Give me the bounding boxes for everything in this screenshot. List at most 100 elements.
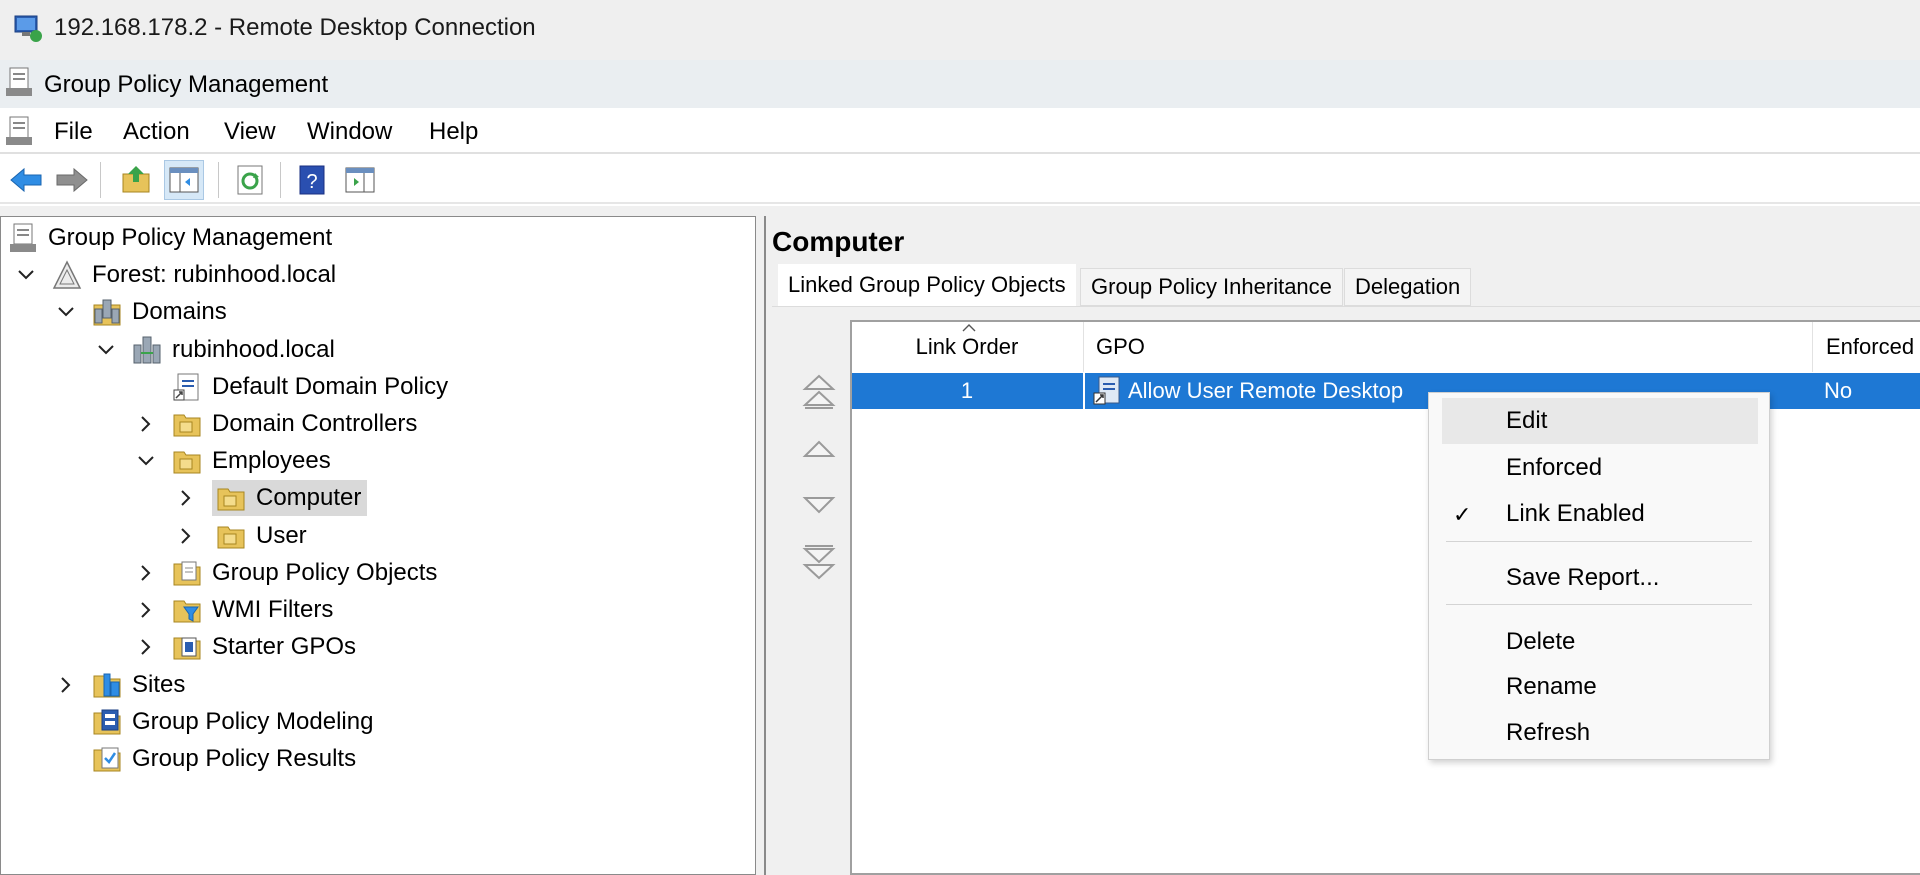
move-bottom-icon — [802, 545, 836, 580]
tree-item-domain-controllers[interactable]: Domain Controllers — [134, 406, 417, 442]
refresh-button[interactable] — [230, 160, 270, 200]
context-menu-link-enabled[interactable]: Link Enabled — [1442, 491, 1758, 537]
toolbar-separator — [280, 162, 281, 198]
sites-icon — [92, 670, 122, 700]
menu-help[interactable]: Help — [429, 118, 478, 146]
help-icon: ? — [299, 165, 325, 195]
tab-linked-group-policy-objects[interactable]: Linked Group Policy Objects — [778, 264, 1076, 306]
tree-label: Group Policy Results — [132, 745, 357, 772]
tree-item-user[interactable]: User — [174, 518, 307, 554]
tree-item-computer[interactable]: Computer — [174, 480, 368, 516]
chevron-right-icon[interactable] — [134, 561, 158, 585]
move-up-icon — [802, 440, 836, 457]
column-divider — [1083, 373, 1085, 409]
tree-item-group-policy-modeling[interactable]: Group Policy Modeling — [54, 704, 373, 740]
chevron-right-icon[interactable] — [134, 598, 158, 622]
tree-item-group-policy-management[interactable]: Group Policy Management — [8, 220, 332, 256]
chevron-down-icon[interactable] — [54, 300, 78, 324]
show-hide-action-pane-icon — [345, 167, 375, 193]
tree-label: rubinhood.local — [172, 336, 335, 363]
context-menu-save-report[interactable]: Save Report... — [1442, 555, 1758, 601]
column-header-enforced[interactable]: Enforced — [1826, 322, 1920, 372]
tab-delegation[interactable]: Delegation — [1344, 268, 1472, 306]
chevron-right-icon[interactable] — [134, 635, 158, 659]
tree-label: Forest: rubinhood.local — [92, 261, 337, 288]
context-menu-rename[interactable]: Rename — [1442, 664, 1758, 710]
group-policy-management-icon — [8, 223, 38, 253]
detail-title: Computer — [772, 226, 905, 257]
tree-label: Computer — [256, 484, 362, 511]
svg-text:?: ? — [306, 171, 317, 193]
tree-label: WMI Filters — [212, 596, 334, 623]
tree-item-domain-rubinhood-local[interactable]: rubinhood.local — [94, 332, 335, 368]
show-hide-console-tree-button[interactable] — [164, 160, 204, 200]
tree-label: Group Policy Objects — [212, 559, 438, 586]
move-down-button[interactable] — [800, 486, 838, 524]
column-header-gpo[interactable]: GPO — [1096, 322, 1796, 372]
cell-gpo-name: Allow User Remote Desktop — [1128, 378, 1404, 403]
domain-icon — [132, 335, 162, 365]
ou-folder-icon — [172, 446, 202, 476]
tree-item-group-policy-results[interactable]: Group Policy Results — [54, 741, 356, 777]
up-one-level-button[interactable] — [116, 160, 156, 200]
ou-folder-icon — [216, 483, 246, 513]
selected-label-highlight: Computer — [212, 480, 368, 516]
tree-item-starter-gpos[interactable]: Starter GPOs — [134, 629, 356, 665]
move-to-bottom-button[interactable] — [800, 544, 838, 582]
tab-group-policy-inheritance[interactable]: Group Policy Inheritance — [1080, 268, 1343, 306]
app-title-bar: Group Policy Management — [0, 60, 1920, 108]
chevron-right-icon[interactable] — [174, 486, 198, 510]
help-button[interactable]: ? — [292, 160, 332, 200]
menu-file[interactable]: File — [54, 118, 93, 146]
menu-view[interactable]: View — [224, 118, 276, 146]
toolbar-separator — [100, 162, 101, 198]
tree-label: User — [256, 522, 307, 549]
chevron-right-icon[interactable] — [54, 673, 78, 697]
tree-item-sites[interactable]: Sites — [54, 667, 185, 703]
chevron-down-icon[interactable] — [14, 263, 38, 287]
chevron-down-icon[interactable] — [134, 449, 158, 473]
forward-button[interactable] — [52, 160, 92, 200]
tree-item-forest[interactable]: Forest: rubinhood.local — [14, 257, 336, 293]
tree-label: Group Policy Modeling — [132, 708, 374, 735]
system-menu-icon[interactable] — [4, 115, 34, 147]
menu-action[interactable]: Action — [123, 118, 190, 146]
back-button[interactable] — [6, 160, 46, 200]
toolbar: ? — [0, 154, 1920, 204]
gpo-container-icon — [172, 558, 202, 588]
tree-item-default-domain-policy[interactable]: Default Domain Policy — [134, 369, 448, 405]
column-divider — [1083, 322, 1084, 372]
tree-item-group-policy-objects[interactable]: Group Policy Objects — [134, 555, 437, 591]
domains-icon — [92, 297, 122, 327]
group-policy-management-icon — [6, 67, 32, 96]
remote-desktop-icon — [14, 15, 42, 42]
cell-link-order: 1 — [960, 378, 974, 403]
checkmark-icon: ✓ — [1453, 502, 1472, 527]
move-to-top-button[interactable] — [800, 372, 838, 410]
rdp-title-bar: 192.168.178.2 - Remote Desktop Connectio… — [0, 0, 1920, 60]
context-menu-enforced[interactable]: Enforced — [1442, 445, 1758, 491]
up-folder-icon — [122, 166, 150, 193]
context-menu-edit[interactable]: Edit — [1442, 398, 1758, 444]
menu-window[interactable]: Window — [307, 118, 392, 146]
results-icon — [92, 744, 122, 774]
column-divider — [1812, 322, 1813, 372]
tree-item-employees[interactable]: Employees — [134, 443, 331, 479]
chevron-down-icon[interactable] — [94, 338, 118, 362]
toolbar-separator — [218, 162, 219, 198]
tree-item-domains[interactable]: Domains — [54, 294, 227, 330]
context-menu-delete[interactable]: Delete — [1442, 619, 1758, 665]
wmi-filter-icon — [172, 595, 202, 625]
menu-separator — [1446, 604, 1752, 605]
context-menu-refresh[interactable]: Refresh — [1442, 710, 1758, 756]
tree-item-wmi-filters[interactable]: WMI Filters — [134, 592, 333, 628]
tree-label: Default Domain Policy — [212, 373, 449, 400]
show-hide-action-pane-button[interactable] — [340, 160, 380, 200]
move-up-button[interactable] — [800, 430, 838, 468]
refresh-icon — [237, 165, 263, 195]
chevron-right-icon[interactable] — [134, 412, 158, 436]
gpo-link-icon — [1093, 376, 1120, 405]
back-icon — [10, 167, 42, 193]
tree-label: Domain Controllers — [212, 410, 418, 437]
chevron-right-icon[interactable] — [174, 524, 198, 548]
